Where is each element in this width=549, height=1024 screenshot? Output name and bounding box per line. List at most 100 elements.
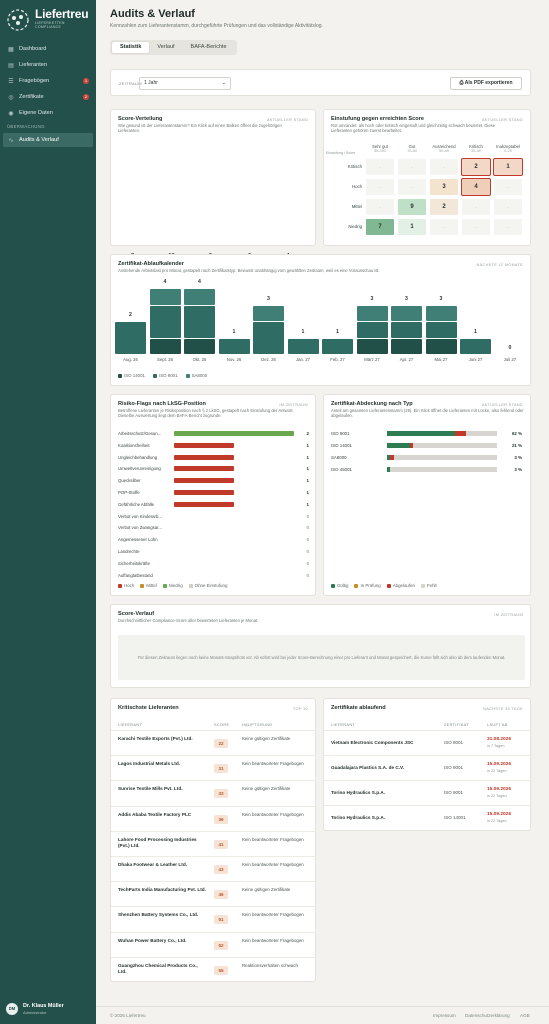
table-row[interactable]: Guangzhou Chemical Products Co., Ltd. 55 R… xyxy=(111,956,317,982)
risk-flags-chart: Arbeitsschutz/Gesun... 2 Koalitionsfreihei… xyxy=(111,395,317,597)
bar-segment[interactable] xyxy=(149,305,181,338)
matrix-cell[interactable]: 1 xyxy=(397,218,427,236)
bar-segment[interactable] xyxy=(149,338,181,354)
bar-segment[interactable] xyxy=(460,338,491,354)
bar-segment[interactable] xyxy=(184,289,215,305)
bar-segment[interactable] xyxy=(425,305,457,321)
tab-verlauf[interactable]: Verlauf xyxy=(149,42,182,53)
matrix-cell[interactable]: 4 xyxy=(461,178,491,196)
matrix-cell[interactable]: 2 xyxy=(429,198,459,216)
bar-segment[interactable] xyxy=(218,338,250,354)
table-row[interactable]: Torino Hydraulics S.p.A. ISO 9001 15.09.20… xyxy=(324,780,532,805)
footer-link-terms[interactable]: AGB xyxy=(520,1013,530,1018)
table-row[interactable]: Lahore Food Processing Industries (Pvt.)… xyxy=(111,830,317,856)
matrix-cell[interactable]: 7 xyxy=(365,218,395,236)
supplier-name[interactable]: Wuhan Power Battery Co., Ltd. xyxy=(118,938,206,944)
table-row[interactable]: Wuhan Power Battery Co., Ltd. 52 Kein bean… xyxy=(111,931,317,957)
bar-segment[interactable] xyxy=(425,322,457,338)
risk-value: 1 xyxy=(306,466,309,472)
expiry-relative: in 7 Tagen xyxy=(487,744,505,748)
bar-segment[interactable] xyxy=(390,467,497,472)
bar-segment[interactable] xyxy=(253,322,284,354)
bar-segment[interactable] xyxy=(149,289,181,305)
table-row[interactable]: Shenzhen Battery Systems Co., Ltd. 51 Kein… xyxy=(111,906,317,931)
supplier-name[interactable]: TechParts India Manufacturing Pvt. Ltd. xyxy=(118,887,206,893)
bar[interactable] xyxy=(174,454,234,460)
bar-segment[interactable] xyxy=(356,338,388,354)
risk-label: Landrechte xyxy=(118,549,140,554)
bar-segment[interactable] xyxy=(413,443,497,448)
bar-segment[interactable] xyxy=(322,338,353,354)
supplier-name[interactable]: Guadalajara Plastics S.A. de C.V. xyxy=(331,765,441,770)
bar-segment[interactable] xyxy=(115,322,146,354)
supplier-name[interactable]: Addis Ababa Textile Factory PLC xyxy=(118,812,206,818)
bar[interactable] xyxy=(174,501,234,507)
supplier-name[interactable]: Lahore Food Processing Industries (Pvt.)… xyxy=(118,837,206,849)
bar[interactable] xyxy=(174,478,234,484)
bar[interactable] xyxy=(174,431,294,436)
bar-segment[interactable] xyxy=(287,338,319,354)
bar[interactable] xyxy=(174,490,234,495)
bar[interactable] xyxy=(174,466,234,472)
bar-segment[interactable] xyxy=(356,305,388,321)
risk-label: Ungleichbehandlung xyxy=(118,454,158,460)
bar-segment[interactable] xyxy=(466,431,497,436)
matrix-col-range: 85–100 xyxy=(374,149,386,153)
table-row[interactable]: Guadalajara Plastics S.A. de C.V. ISO 900… xyxy=(324,755,532,780)
supplier-name[interactable]: Torino Hydraulics S.p.A. xyxy=(331,790,441,795)
sidebar-item-certificates[interactable]: ◎ Zertifikate 2 xyxy=(3,90,93,104)
table-row[interactable]: Lagos Industrial Metals Ltd. 31 Kein beant… xyxy=(111,755,317,780)
matrix-cell[interactable]: 2 xyxy=(461,158,491,176)
bar-segment[interactable] xyxy=(393,455,497,460)
footer-link-privacy[interactable]: Datenschutzerklärung xyxy=(465,1013,510,1018)
bar-segment[interactable] xyxy=(425,338,457,354)
matrix-cell[interactable]: 1 xyxy=(493,158,523,176)
bar-segment[interactable] xyxy=(356,322,388,338)
table-row[interactable]: Sunrise Textile Mills Pvt. Ltd. 33 Keine g… xyxy=(111,780,317,805)
app-logo[interactable]: Liefertreu LIEFERKETTEN COMPLIANCE xyxy=(7,7,89,31)
supplier-name[interactable]: Vietnam Electronic Components JSC xyxy=(331,740,441,745)
table-row[interactable]: TechParts India Manufacturing Pvt. Ltd. 4… xyxy=(111,881,317,906)
coverage-label: SA8000 xyxy=(331,455,347,460)
supplier-name[interactable]: Sunrise Textile Mills Pvt. Ltd. xyxy=(118,786,206,792)
bar-segment[interactable] xyxy=(387,443,411,448)
tab-bafa-berichte[interactable]: BAFA-Berichte xyxy=(183,42,235,53)
matrix-cell[interactable]: 9 xyxy=(397,198,427,216)
supplier-name[interactable]: Karachi Textile Exports (Pvt.) Ltd. xyxy=(118,736,206,742)
table-row[interactable]: Dhaka Footwear & Leather Ltd. 43 Kein bean… xyxy=(111,856,317,881)
sidebar-item-suppliers[interactable]: ▤ Lieferanten xyxy=(3,58,93,72)
sidebar-item-questionnaires[interactable]: ☰ Fragebögen 1 xyxy=(3,74,93,88)
supplier-name[interactable]: Lagos Industrial Metals Ltd. xyxy=(118,761,206,767)
supplier-name[interactable]: Guangzhou Chemical Products Co., Ltd. xyxy=(118,963,206,975)
bar-segment[interactable] xyxy=(253,305,284,321)
footer-link-impressum[interactable]: Impressum xyxy=(433,1013,456,1018)
bar-segment[interactable] xyxy=(391,338,422,354)
tab-statistik[interactable]: Statistik xyxy=(112,42,150,53)
supplier-name[interactable]: Shenzhen Battery Systems Co., Ltd. xyxy=(118,912,206,918)
risk-value: 0 xyxy=(306,572,309,578)
period-select[interactable]: 1 Jahr ⌄ xyxy=(139,77,231,90)
certificate-coverage-card: Zertifikat-Abdeckung nach Typ AKTUELLER … xyxy=(323,394,531,596)
expiring-certificates-table: LIEFERANT ZERTIFIKAT LÄUFT AB Vietnam Elect… xyxy=(324,699,532,832)
sidebar-item-dashboard[interactable]: ▦ Dashboard xyxy=(3,42,93,56)
bar[interactable] xyxy=(174,442,234,448)
table-row[interactable]: Torino Hydraulics S.p.A. ISO 14001 15.09.2… xyxy=(324,805,532,830)
bar-segment[interactable] xyxy=(184,305,215,338)
export-pdf-button[interactable]: ⎙ Als PDF exportieren xyxy=(450,77,522,90)
table-row[interactable]: Vietnam Electronic Components JSC ISO 900… xyxy=(324,730,532,755)
sidebar-item-own-data[interactable]: ◉ Eigene Daten xyxy=(3,106,93,120)
bar-segment[interactable] xyxy=(455,431,467,436)
bar-segment[interactable] xyxy=(391,305,422,321)
bar-segment[interactable] xyxy=(391,322,422,338)
supplier-name[interactable]: Dhaka Footwear & Leather Ltd. xyxy=(118,862,206,868)
table-row[interactable]: Karachi Textile Exports (Pvt.) Ltd. 22 Kei… xyxy=(111,730,317,755)
sidebar-item-audits[interactable]: ∿ Audits & Verlauf xyxy=(3,133,93,147)
user-profile[interactable]: DM Dr. Klaus Müller Administrator xyxy=(6,1002,92,1018)
matrix-cell[interactable]: 3 xyxy=(429,178,459,196)
bar-segment[interactable] xyxy=(184,338,215,354)
supplier-name[interactable]: Torino Hydraulics S.p.A. xyxy=(331,815,441,820)
table-row[interactable]: Addis Ababa Textile Factory PLC 36 Kein be… xyxy=(111,805,317,831)
bar-segment[interactable] xyxy=(387,431,456,436)
risk-value: 0 xyxy=(306,525,309,531)
bar-total-label: 0 xyxy=(508,345,512,351)
